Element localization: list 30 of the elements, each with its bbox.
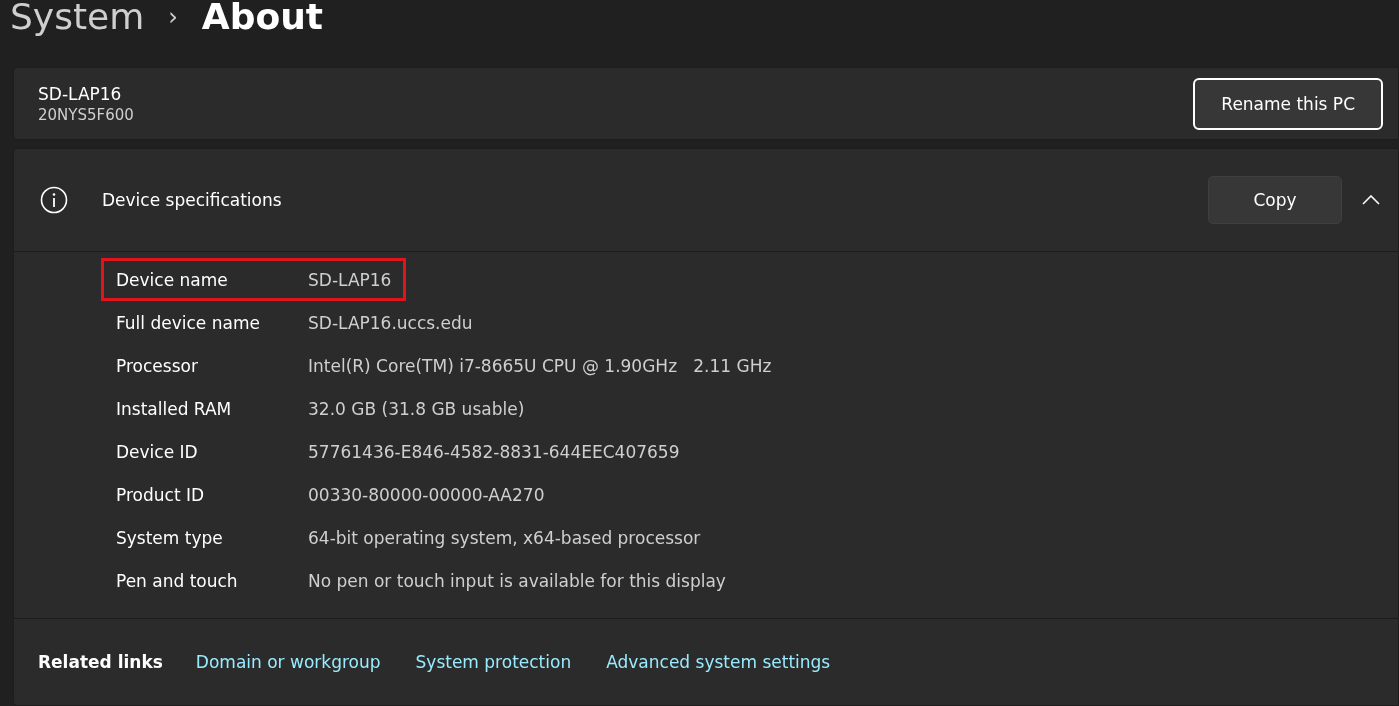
related-link[interactable]: System protection xyxy=(415,652,572,672)
spec-label: Full device name xyxy=(116,312,261,333)
spec-value: Intel(R) Core(TM) i7-8665U CPU @ 1.90GHz 2.11 GHz xyxy=(308,355,772,376)
spec-label: System type xyxy=(116,527,224,548)
info-icon xyxy=(40,186,68,214)
device-model: 20NYS5F600 xyxy=(38,105,134,124)
breadcrumb-parent[interactable]: System xyxy=(10,0,145,37)
chevron-icon[interactable] xyxy=(1362,195,1380,205)
spec-value: 57761436-E846-4582-8831-644EEC407659 xyxy=(308,441,680,462)
related-link[interactable]: Domain or workgroup xyxy=(195,652,381,672)
spec-label: Installed RAM xyxy=(116,398,233,419)
spec-value: SD-LAP16.uccs.edu xyxy=(308,312,473,333)
spec-label: Processor xyxy=(116,355,199,376)
spec-value: No pen or touch input is available for this display xyxy=(308,570,726,591)
spec-value: SD-LAP16 xyxy=(308,269,392,290)
rename-button[interactable]: Rename this PC xyxy=(1193,77,1383,130)
section-title: Device specifications xyxy=(102,190,283,210)
spec-label: Device name xyxy=(116,269,229,290)
copy-button[interactable]: Copy xyxy=(1208,176,1342,224)
spec-value: 00330-80000-00000-AA270 xyxy=(308,484,545,505)
spec-label: Pen and touch xyxy=(116,570,239,591)
page-title: About xyxy=(201,0,324,37)
spec-label: Device ID xyxy=(116,441,199,462)
spec-value: 64-bit operating system, x64-based processor xyxy=(308,527,701,548)
spec-label: Product ID xyxy=(116,484,206,505)
related-link[interactable]: Advanced system settings xyxy=(606,652,831,672)
device-name: SD-LAP16 xyxy=(38,83,123,104)
breadcrumb-separator: › xyxy=(168,2,178,31)
spec-value: 32.0 GB (31.8 GB usable) xyxy=(308,398,525,419)
related-links-title: Related links xyxy=(38,652,163,672)
